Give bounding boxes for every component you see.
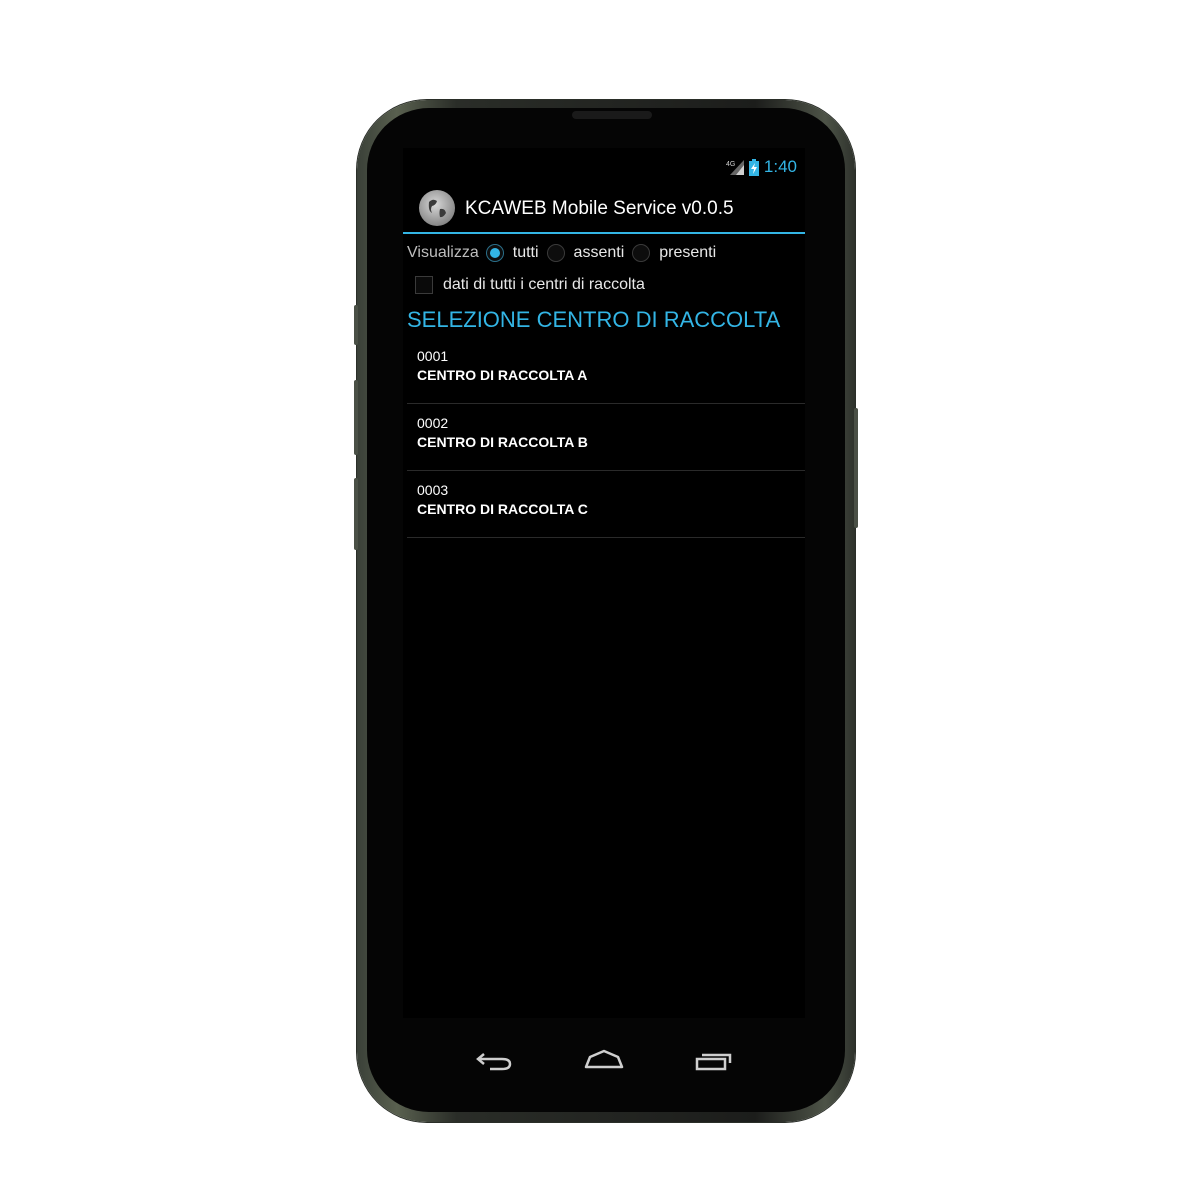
- radio-label-assenti[interactable]: assenti: [574, 244, 625, 262]
- radio-assenti[interactable]: [546, 244, 565, 262]
- all-centers-label[interactable]: dati di tutti i centri di raccolta: [443, 276, 645, 294]
- navigation-bar: [470, 1042, 740, 1078]
- center-name: CENTRO DI RACCOLTA C: [417, 501, 588, 517]
- recents-icon[interactable]: [690, 1042, 740, 1078]
- signal-icon: 4G: [726, 159, 744, 175]
- centers-list: 0001 CENTRO DI RACCOLTA A 0002 CENTRO DI…: [407, 337, 805, 538]
- list-item[interactable]: 0003 CENTRO DI RACCOLTA C: [407, 471, 805, 538]
- center-code: 0003: [417, 482, 449, 498]
- app-title: KCAWEB Mobile Service v0.0.5: [465, 198, 734, 219]
- status-icons: 4G 1:40: [726, 157, 797, 177]
- battery-icon: [748, 158, 759, 176]
- radio-label-presenti[interactable]: presenti: [659, 244, 716, 262]
- power-button: [854, 408, 858, 528]
- radio-label-tutti[interactable]: tutti: [513, 244, 539, 262]
- back-icon[interactable]: [470, 1042, 520, 1078]
- app-screen: 4G 1:40 KCAWEB Mobile Service v0.0.5 Vis…: [403, 148, 805, 638]
- svg-text:4G: 4G: [726, 161, 735, 168]
- globe-icon[interactable]: [419, 190, 455, 226]
- center-name: CENTRO DI RACCOLTA B: [417, 434, 588, 450]
- center-code: 0001: [417, 348, 449, 364]
- all-centers-checkbox[interactable]: [415, 276, 433, 294]
- side-button: [354, 478, 358, 550]
- center-name: CENTRO DI RACCOLTA A: [417, 367, 588, 383]
- action-bar: KCAWEB Mobile Service v0.0.5: [403, 184, 805, 234]
- volume-down-button: [354, 380, 358, 455]
- status-bar: 4G 1:40: [403, 148, 805, 184]
- list-item[interactable]: 0001 CENTRO DI RACCOLTA A: [407, 337, 805, 404]
- screen-empty-area: [403, 638, 805, 1018]
- volume-up-button: [354, 305, 358, 345]
- radio-presenti[interactable]: [632, 244, 651, 262]
- filter-radio-group: Visualizza tutti assenti presenti: [407, 240, 724, 266]
- earpiece: [572, 111, 652, 119]
- list-item[interactable]: 0002 CENTRO DI RACCOLTA B: [407, 404, 805, 471]
- center-code: 0002: [417, 415, 449, 431]
- radio-tutti[interactable]: [485, 244, 504, 262]
- filter-label: Visualizza: [407, 244, 479, 261]
- clock: 1:40: [763, 157, 797, 176]
- all-centers-row[interactable]: dati di tutti i centri di raccolta: [415, 276, 645, 294]
- section-title: SELEZIONE CENTRO DI RACCOLTA: [407, 307, 781, 332]
- home-icon[interactable]: [580, 1042, 630, 1078]
